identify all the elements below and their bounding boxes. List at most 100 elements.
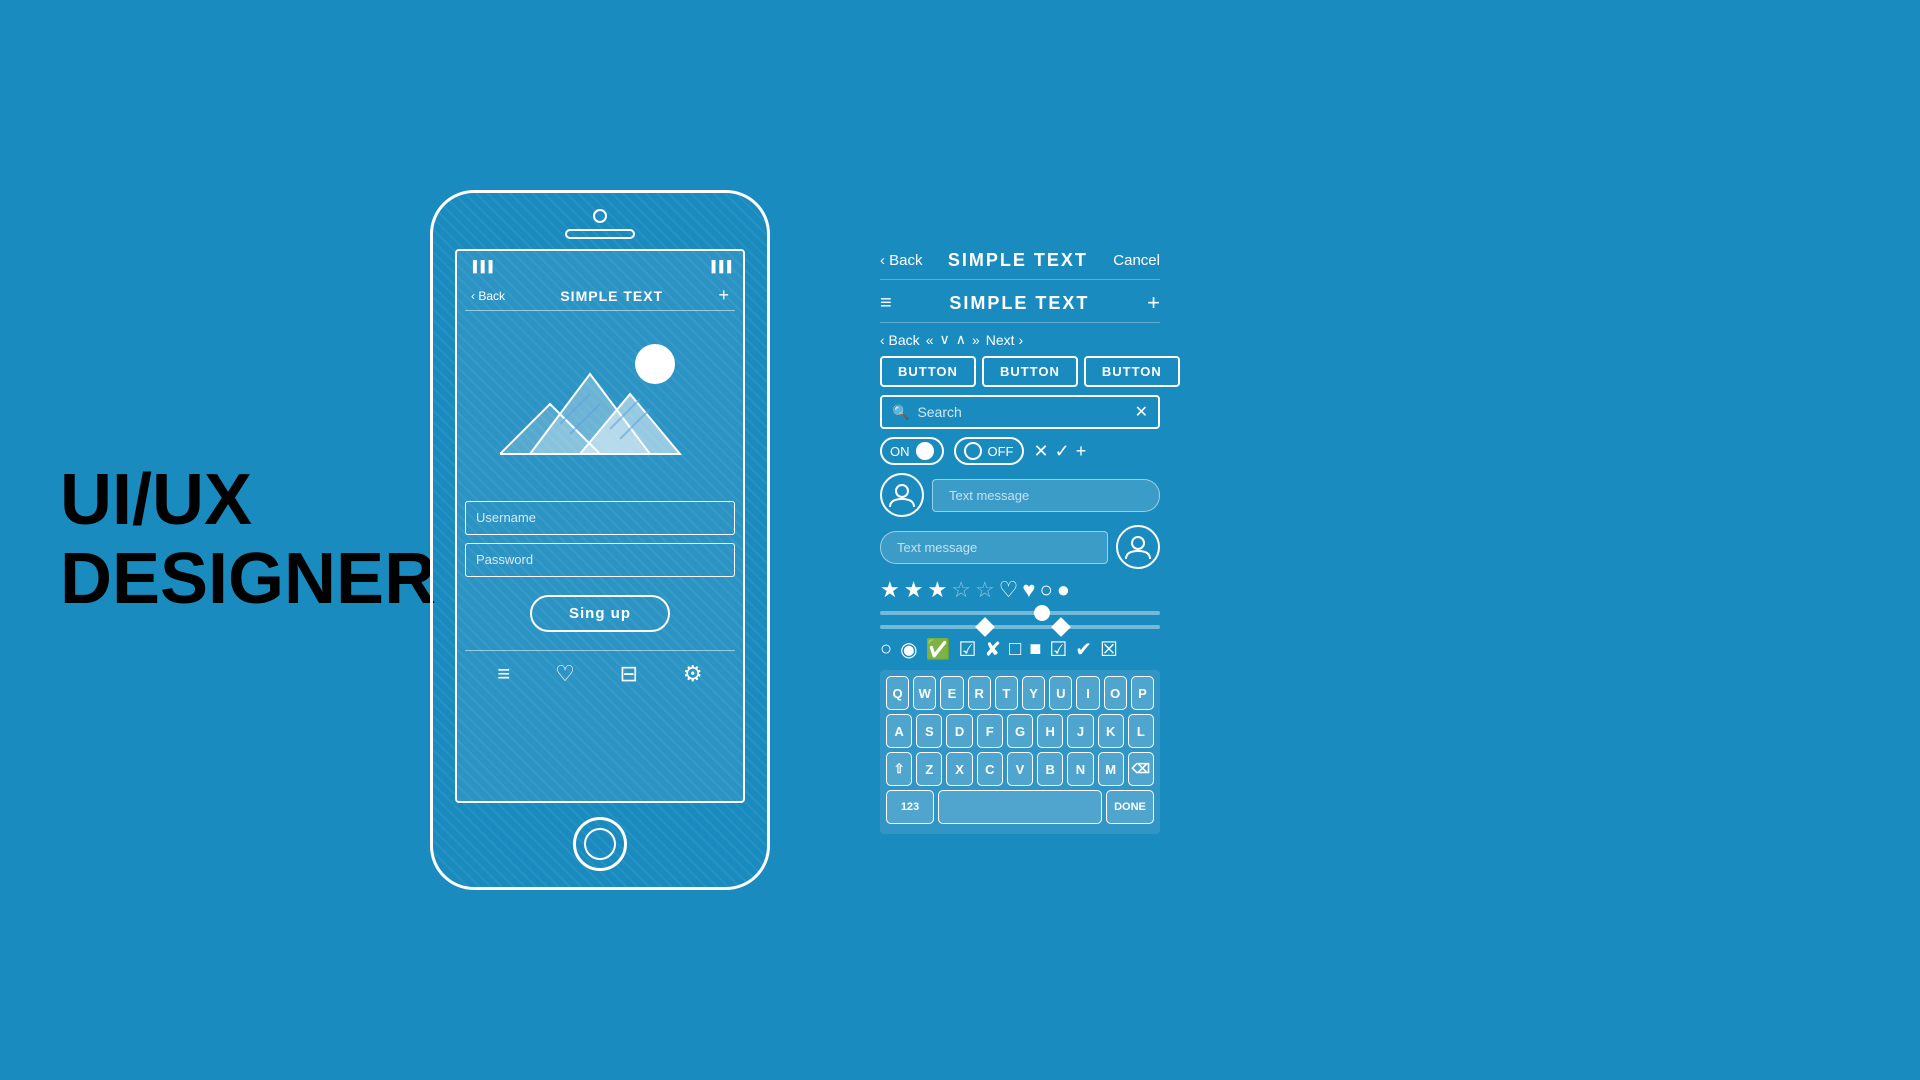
key-m[interactable]: M — [1098, 752, 1124, 786]
checkbox-empty[interactable]: □ — [1009, 638, 1021, 661]
star-empty-1[interactable]: ☆ — [951, 577, 971, 603]
hero-line2: DESIGNER — [60, 540, 380, 619]
phone-menu-icon[interactable]: ≡ — [497, 661, 510, 687]
ui-button-3[interactable]: BUTTON — [1084, 356, 1180, 387]
checkbox-x[interactable]: ☒ — [1100, 637, 1118, 662]
user-icon-right — [1124, 533, 1152, 561]
key-q[interactable]: Q — [886, 676, 909, 710]
plus-icon[interactable]: + — [1076, 441, 1087, 462]
buttons-row: BUTTON BUTTON BUTTON — [880, 352, 1160, 391]
star-empty-2[interactable]: ☆ — [975, 577, 995, 603]
avatar-left — [880, 473, 924, 517]
key-i[interactable]: I — [1076, 676, 1099, 710]
key-done[interactable]: DONE — [1106, 790, 1154, 824]
key-h[interactable]: H — [1037, 714, 1063, 748]
phone-title: SIMPLE TEXT — [560, 288, 663, 304]
key-k[interactable]: K — [1098, 714, 1124, 748]
key-p[interactable]: P — [1131, 676, 1154, 710]
radio-empty[interactable]: ○ — [880, 638, 892, 661]
slider-track-1 — [880, 611, 1160, 615]
checkbox-check-2[interactable]: ✔ — [1075, 637, 1092, 662]
checkbox-filled[interactable]: ■ — [1029, 638, 1041, 661]
toggle-off-thumb — [964, 442, 982, 460]
slider-thumb-1[interactable] — [1034, 605, 1050, 621]
key-x[interactable]: X — [946, 752, 972, 786]
circle-check[interactable]: ✅ — [926, 637, 951, 662]
top-nav-back[interactable]: ‹ Back — [880, 252, 923, 269]
star-filled-1[interactable]: ★ — [880, 577, 900, 603]
star-filled-3[interactable]: ★ — [927, 577, 947, 603]
search-input[interactable] — [917, 404, 1126, 420]
ui-button-1[interactable]: BUTTON — [880, 356, 976, 387]
checkbox-check[interactable]: ☑ — [1049, 637, 1067, 662]
star-filled-2[interactable]: ★ — [904, 577, 924, 603]
phone-screen: ▐▐▐ ▐▐▐ ‹ Back SIMPLE TEXT + — [455, 249, 745, 803]
hamburger-icon[interactable]: ≡ — [880, 292, 892, 315]
nav-prev-prev[interactable]: « — [926, 332, 934, 348]
key-t[interactable]: T — [995, 676, 1018, 710]
key-v[interactable]: V — [1007, 752, 1033, 786]
phone-nav-bar: ‹ Back SIMPLE TEXT + — [465, 281, 735, 311]
check-icon[interactable]: ✓ — [1055, 441, 1070, 462]
key-c[interactable]: C — [977, 752, 1003, 786]
mountain-illustration — [500, 334, 700, 474]
search-clear-icon[interactable]: ✕ — [1135, 402, 1148, 422]
phone-back-btn[interactable]: ‹ Back — [471, 289, 505, 303]
key-u[interactable]: U — [1049, 676, 1072, 710]
key-space[interactable] — [938, 790, 1102, 824]
top-nav-cancel[interactable]: Cancel — [1113, 252, 1160, 269]
phone-battery: ▐▐▐ — [708, 261, 731, 273]
nav-down[interactable]: ∨ — [939, 331, 949, 348]
circle-x[interactable]: ✘ — [984, 637, 1001, 662]
key-g[interactable]: G — [1007, 714, 1033, 748]
close-icon[interactable]: ✕ — [1034, 441, 1049, 462]
key-e[interactable]: E — [940, 676, 963, 710]
search-bar[interactable]: 🔍 ✕ — [880, 395, 1160, 429]
phone-camera — [593, 209, 607, 223]
nav-next-next[interactable]: » — [972, 332, 980, 348]
toggle-on[interactable]: ON — [880, 437, 944, 465]
key-r[interactable]: R — [968, 676, 991, 710]
key-a[interactable]: A — [886, 714, 912, 748]
nav-up[interactable]: ∧ — [956, 331, 966, 348]
key-backspace[interactable]: ⌫ — [1128, 752, 1154, 786]
avatar-right — [1116, 525, 1160, 569]
key-d[interactable]: D — [946, 714, 972, 748]
user-icon-left — [888, 481, 916, 509]
phone-home-button[interactable] — [573, 817, 627, 871]
key-o[interactable]: O — [1104, 676, 1127, 710]
circle-check-2[interactable]: ☑ — [958, 637, 976, 662]
key-s[interactable]: S — [916, 714, 942, 748]
ui-button-2[interactable]: BUTTON — [982, 356, 1078, 387]
hero-line1: UI/UX — [60, 461, 380, 540]
nav-next-btn[interactable]: Next › — [986, 332, 1023, 348]
key-f[interactable]: F — [977, 714, 1003, 748]
phone-password-field[interactable]: Password — [465, 543, 735, 577]
second-nav-plus[interactable]: + — [1147, 290, 1160, 316]
key-z[interactable]: Z — [916, 752, 942, 786]
key-y[interactable]: Y — [1022, 676, 1045, 710]
phone-settings-icon[interactable]: ⚙ — [683, 661, 703, 687]
radio-filled[interactable]: ◉ — [900, 637, 917, 662]
toggle-off[interactable]: OFF — [954, 437, 1024, 465]
heart-filled-icon[interactable]: ♥ — [1022, 577, 1035, 603]
key-n[interactable]: N — [1067, 752, 1093, 786]
search-icon: 🔍 — [892, 404, 909, 421]
phone-heart-icon[interactable]: ♡ — [555, 661, 575, 687]
key-shift[interactable]: ⇧ — [886, 752, 912, 786]
key-b[interactable]: B — [1037, 752, 1063, 786]
ui-kit-panel: ‹ Back SIMPLE TEXT Cancel ≡ SIMPLE TEXT … — [850, 226, 1190, 854]
phone-username-field[interactable]: Username — [465, 501, 735, 535]
key-l[interactable]: L — [1128, 714, 1154, 748]
chat-bubble-empty-icon[interactable]: ○ — [1039, 577, 1052, 603]
key-w[interactable]: W — [913, 676, 936, 710]
key-j[interactable]: J — [1067, 714, 1093, 748]
key-numbers[interactable]: 123 — [886, 790, 934, 824]
heart-empty-icon[interactable]: ♡ — [999, 577, 1019, 603]
phone-signup-button[interactable]: Sing up — [530, 595, 670, 632]
phone-status-bar: ▐▐▐ ▐▐▐ — [465, 259, 735, 275]
nav-back-btn[interactable]: ‹ Back — [880, 332, 920, 348]
phone-list-icon[interactable]: ⊟ — [620, 661, 638, 687]
chat-bubble-filled-icon[interactable]: ● — [1057, 577, 1070, 603]
phone-plus-btn[interactable]: + — [718, 285, 729, 306]
